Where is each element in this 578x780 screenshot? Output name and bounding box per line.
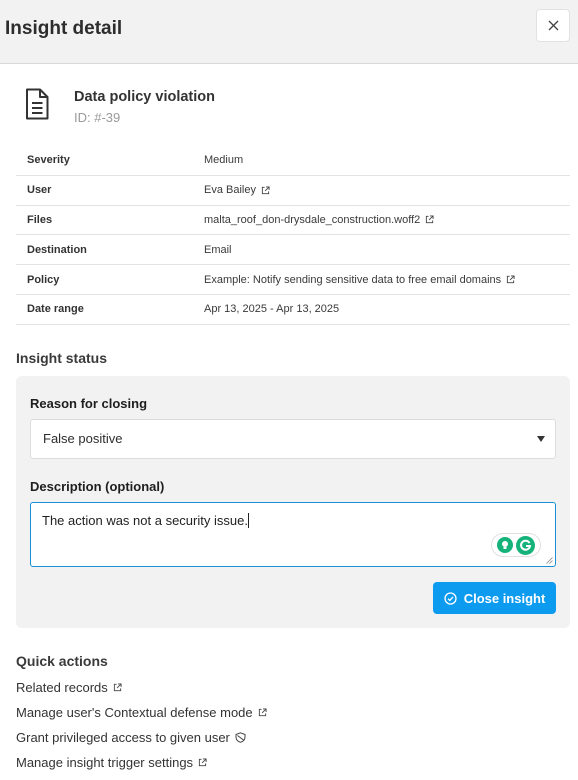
close-insight-label: Close insight — [463, 590, 546, 606]
quick-action-label: Manage insight trigger settings — [16, 755, 194, 770]
table-row: Files malta_roof_don-drysdale_constructi… — [16, 206, 570, 236]
grammarly-widget[interactable] — [491, 533, 541, 557]
lightbulb-icon[interactable] — [497, 537, 513, 553]
grammarly-icon[interactable] — [516, 535, 535, 555]
shield-icon — [235, 732, 246, 743]
check-circle-icon — [444, 591, 457, 605]
quick-action-label: Grant privileged access to given user — [16, 730, 230, 745]
external-link-icon — [198, 758, 207, 767]
table-row: User Eva Bailey — [16, 176, 570, 206]
description-text: The action was not a security issue. — [42, 513, 248, 528]
insight-id: ID: #-39 — [74, 110, 121, 125]
description-textarea[interactable]: The action was not a security issue. — [30, 502, 556, 567]
modal-header: Insight detail — [0, 0, 578, 64]
quick-action-contextual-defense[interactable]: Manage user's Contextual defense mode — [16, 705, 267, 720]
quick-action-label: Related records — [16, 680, 108, 695]
close-insight-button[interactable]: Close insight — [433, 582, 556, 614]
insight-status-panel: Reason for closing False positive Descri… — [16, 376, 570, 628]
table-row: Policy Example: Notify sending sensitive… — [16, 265, 570, 295]
close-button[interactable] — [536, 9, 570, 42]
policy-value: Example: Notify sending sensitive data t… — [204, 273, 502, 286]
policy-link[interactable]: Example: Notify sending sensitive data t… — [204, 274, 515, 286]
detail-key: Files — [27, 213, 53, 226]
reason-select-value: False positive — [43, 431, 123, 446]
date-range-value: Apr 13, 2025 - Apr 13, 2025 — [204, 303, 340, 316]
details-table: Severity Medium User Eva Bailey Files ma… — [16, 146, 570, 325]
close-icon — [548, 20, 558, 31]
table-row: Severity Medium — [16, 146, 570, 176]
reason-label: Reason for closing — [30, 396, 148, 411]
quick-action-trigger-settings[interactable]: Manage insight trigger settings — [16, 755, 207, 770]
file-value: malta_roof_don-drysdale_construction.wof… — [204, 213, 421, 226]
severity-value: Medium — [204, 154, 244, 167]
detail-key: User — [27, 184, 52, 197]
detail-key: Date range — [27, 303, 84, 316]
user-value: Eva Bailey — [204, 184, 256, 197]
description-label: Description (optional) — [30, 479, 165, 494]
external-link-icon — [426, 215, 434, 224]
destination-value: Email — [204, 243, 232, 256]
external-link-icon — [113, 683, 122, 692]
insight-name: Data policy violation — [74, 89, 215, 105]
external-link-icon — [258, 708, 267, 717]
table-row: Date range Apr 13, 2025 - Apr 13, 2025 — [16, 295, 570, 325]
user-link[interactable]: Eva Bailey — [204, 184, 270, 196]
file-link[interactable]: malta_roof_don-drysdale_construction.wof… — [204, 214, 434, 226]
reason-select[interactable]: False positive — [30, 419, 556, 459]
external-link-icon — [507, 275, 515, 284]
quick-actions-title: Quick actions — [16, 653, 108, 669]
detail-key: Severity — [27, 154, 70, 167]
external-link-icon — [261, 186, 270, 194]
modal-title: Insight detail — [5, 18, 123, 39]
table-row: Destination Email — [16, 235, 570, 266]
document-icon — [26, 88, 49, 120]
detail-key: Policy — [27, 273, 60, 286]
resize-handle-icon[interactable] — [546, 557, 553, 564]
quick-action-label: Manage user's Contextual defense mode — [16, 705, 253, 720]
quick-action-privileged-access[interactable]: Grant privileged access to given user — [16, 730, 246, 745]
chevron-down-icon — [537, 436, 545, 442]
insight-status-title: Insight status — [16, 350, 108, 366]
text-cursor — [247, 513, 249, 528]
quick-action-related-records[interactable]: Related records — [16, 680, 122, 695]
detail-key: Destination — [27, 243, 87, 256]
